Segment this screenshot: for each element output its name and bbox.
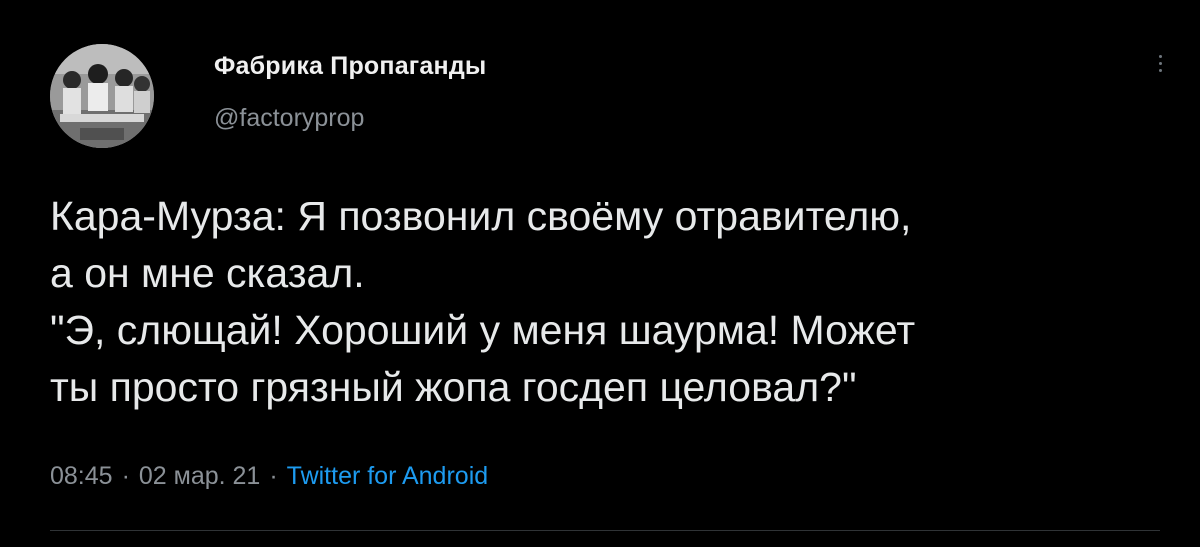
tweet-text-line: ты просто грязный жопа госдеп целовал?" <box>50 364 857 410</box>
tweet-text: Кара-Мурза: Я позвонил своёму отравителю… <box>50 188 1170 416</box>
meta-separator: · <box>269 462 278 490</box>
tweet-card: Фабрика Пропаганды @factoryprop Кара-Мур… <box>0 0 1200 547</box>
tweet-source-link[interactable]: Twitter for Android <box>287 462 488 490</box>
more-vertical-icon <box>1158 61 1162 65</box>
tweet-text-line: Кара-Мурза: Я позвонил своёму отравителю… <box>50 193 912 239</box>
divider <box>50 530 1160 531</box>
more-vertical-icon <box>1158 54 1162 58</box>
author-avatar[interactable] <box>50 44 154 148</box>
author-display-name[interactable]: Фабрика Пропаганды <box>214 52 486 81</box>
meta-separator: · <box>121 462 130 490</box>
vintage-photo-avatar-icon <box>50 44 154 148</box>
more-options-button[interactable] <box>1146 46 1174 80</box>
tweet-time[interactable]: 08:45 <box>50 462 113 490</box>
tweet-metadata: 08:45 · 02 мар. 21 · Twitter for Android <box>50 462 488 491</box>
tweet-date[interactable]: 02 мар. 21 <box>139 462 260 490</box>
more-vertical-icon <box>1158 68 1162 72</box>
tweet-text-line: "Э, слющай! Хороший у меня шаурма! Может <box>50 307 916 353</box>
tweet-text-line: а он мне сказал. <box>50 250 365 296</box>
author-handle[interactable]: @factoryprop <box>214 104 364 133</box>
